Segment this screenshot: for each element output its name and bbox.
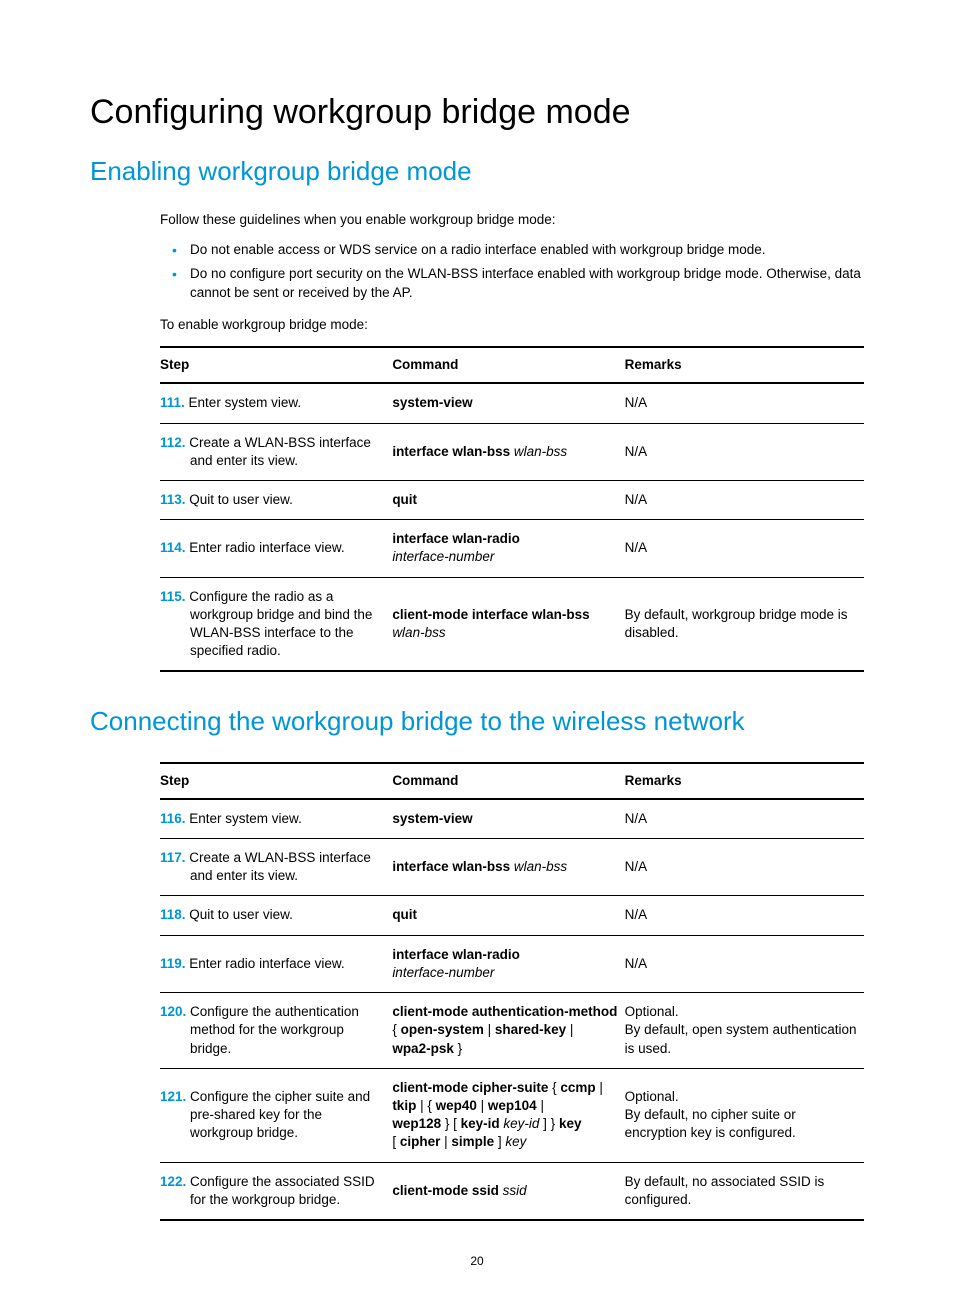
remarks-cell: By default, workgroup bridge mode is dis… [625,577,864,671]
step-cell: 114. Enter radio interface view. [160,520,392,577]
table-row: 115. Configure the radio as a workgroup … [160,577,864,671]
command-cell: system-view [392,799,624,839]
step-cell: 122. Configure the associated SSID for t… [160,1162,392,1220]
remarks-cell: N/A [625,383,864,423]
step-cell: 112. Create a WLAN-BSS interface and ent… [160,423,392,480]
table-row: 121. Configure the cipher suite and pre-… [160,1068,864,1162]
lead-paragraph: To enable workgroup bridge mode: [90,316,864,334]
step-cell: 113. Quit to user view. [160,480,392,519]
remarks-cell: N/A [625,423,864,480]
remarks-cell: N/A [625,799,864,839]
page-h1: Configuring workgroup bridge mode [90,90,864,136]
command-cell: client-mode authentication-method{ open-… [392,993,624,1069]
table-row: 117. Create a WLAN-BSS interface and ent… [160,839,864,896]
step-cell: 118. Quit to user view. [160,896,392,935]
remarks-cell: Optional.By default, open system authent… [625,993,864,1069]
command-cell: quit [392,896,624,935]
step-cell: 120. Configure the authentication method… [160,993,392,1069]
steps-table-1: Step Command Remarks 111. Enter system v… [160,346,864,672]
table-row: 119. Enter radio interface view.interfac… [160,935,864,992]
th-step: Step [160,347,392,383]
th-remarks: Remarks [625,763,864,799]
remarks-cell: N/A [625,520,864,577]
table-row: 114. Enter radio interface view.interfac… [160,520,864,577]
remarks-cell: By default, no associated SSID is config… [625,1162,864,1220]
command-cell: interface wlan-radiointerface-number [392,935,624,992]
step-cell: 115. Configure the radio as a workgroup … [160,577,392,671]
th-remarks: Remarks [625,347,864,383]
command-cell: client-mode ssid ssid [392,1162,624,1220]
command-cell: client-mode cipher-suite { ccmp | tkip |… [392,1068,624,1162]
remarks-cell: N/A [625,839,864,896]
th-command: Command [392,763,624,799]
section-h2-connecting: Connecting the workgroup bridge to the w… [90,704,864,739]
remarks-cell: N/A [625,935,864,992]
step-cell: 121. Configure the cipher suite and pre-… [160,1068,392,1162]
step-cell: 119. Enter radio interface view. [160,935,392,992]
th-command: Command [392,347,624,383]
table-row: 120. Configure the authentication method… [160,993,864,1069]
command-cell: interface wlan-radiointerface-number [392,520,624,577]
table-row: 112. Create a WLAN-BSS interface and ent… [160,423,864,480]
guidelines-list: Do not enable access or WDS service on a… [90,241,864,302]
page-number: 20 [90,1253,864,1269]
th-step: Step [160,763,392,799]
intro-paragraph: Follow these guidelines when you enable … [90,211,864,229]
steps-table-2: Step Command Remarks 116. Enter system v… [160,762,864,1222]
table-row: 111. Enter system view.system-viewN/A [160,383,864,423]
command-cell: interface wlan-bss wlan-bss [392,423,624,480]
remarks-cell: N/A [625,480,864,519]
command-cell: quit [392,480,624,519]
command-cell: system-view [392,383,624,423]
remarks-cell: Optional.By default, no cipher suite or … [625,1068,864,1162]
step-cell: 111. Enter system view. [160,383,392,423]
remarks-cell: N/A [625,896,864,935]
table-row: 122. Configure the associated SSID for t… [160,1162,864,1220]
list-item: Do no configure port security on the WLA… [190,265,864,301]
table-row: 118. Quit to user view.quitN/A [160,896,864,935]
command-cell: client-mode interface wlan-bsswlan-bss [392,577,624,671]
step-cell: 116. Enter system view. [160,799,392,839]
step-cell: 117. Create a WLAN-BSS interface and ent… [160,839,392,896]
table-row: 113. Quit to user view.quitN/A [160,480,864,519]
table-row: 116. Enter system view.system-viewN/A [160,799,864,839]
section-h2-enabling: Enabling workgroup bridge mode [90,154,864,189]
list-item: Do not enable access or WDS service on a… [190,241,864,259]
command-cell: interface wlan-bss wlan-bss [392,839,624,896]
